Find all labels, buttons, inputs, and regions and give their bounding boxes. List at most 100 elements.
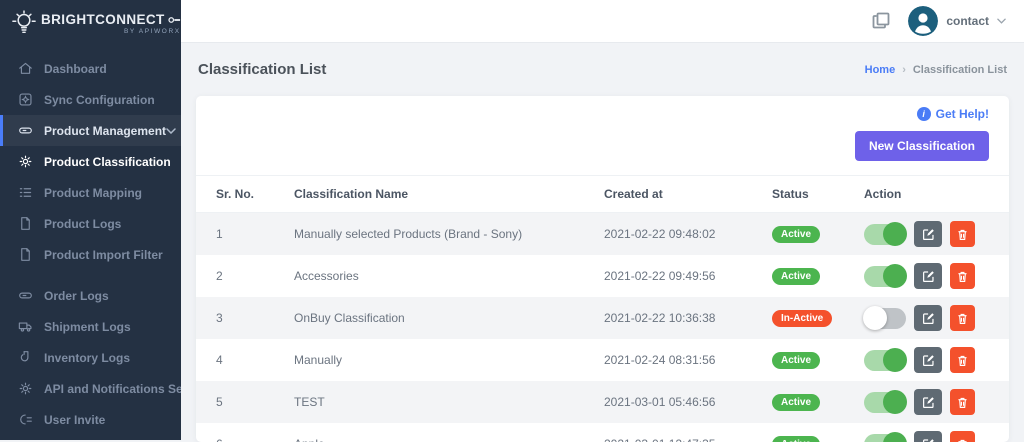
sidebar-item-label: Order Logs [44, 289, 109, 303]
info-icon: i [917, 107, 931, 121]
sock-icon [18, 350, 33, 365]
cell-action [856, 213, 1009, 256]
cell-classification-name: TEST [286, 381, 596, 423]
get-help-link[interactable]: i Get Help! [917, 107, 989, 121]
table-row: 1 Manually selected Products (Brand - So… [196, 213, 1009, 256]
status-badge: Active [772, 352, 820, 369]
status-toggle[interactable] [864, 266, 906, 287]
status-toggle[interactable] [864, 308, 906, 329]
sidebar-item-product-logs[interactable]: Product Logs [0, 208, 181, 239]
sidebar-item-label: Inventory Logs [44, 351, 130, 365]
edit-button[interactable] [914, 305, 942, 331]
sidebar-item-shipment-logs[interactable]: Shipment Logs [0, 311, 181, 342]
table-row: 4 Manually 2021-02-24 08:31:56 Active [196, 339, 1009, 381]
cell-action [856, 423, 1009, 442]
cell-action [856, 255, 1009, 297]
status-badge: Active [772, 226, 820, 243]
sidebar-item-label: Sync Configuration [44, 93, 155, 107]
cell-action [856, 381, 1009, 423]
edit-button[interactable] [914, 389, 942, 415]
edit-button[interactable] [914, 221, 942, 247]
delete-button[interactable] [950, 305, 975, 331]
sidebar-item-label: Product Logs [44, 217, 121, 231]
user-label: contact [946, 14, 989, 28]
gear-icon [18, 381, 33, 396]
delete-button[interactable] [950, 221, 975, 247]
capsule-link-icon [18, 123, 33, 138]
cell-created-at: 2021-02-22 09:49:56 [596, 255, 764, 297]
sidebar-item-dashboard[interactable]: Dashboard [0, 53, 181, 84]
sidebar-item-order-logs[interactable]: Order Logs [0, 280, 181, 311]
column-header-sr-no: Sr. No. [196, 176, 286, 213]
sidebar-item-product-mapping[interactable]: Product Mapping [0, 177, 181, 208]
app-shell: BRIGHTCONNECT BY APIWORX Dashboard Sync … [0, 0, 1024, 440]
capsule-link-icon [18, 288, 33, 303]
cell-sr-no: 1 [196, 213, 286, 256]
edit-button[interactable] [914, 347, 942, 373]
toggle-knob [863, 306, 887, 330]
column-header-status: Status [764, 176, 856, 213]
edit-icon [922, 270, 935, 283]
table-row: 3 OnBuy Classification 2021-02-22 10:36:… [196, 297, 1009, 339]
column-header-classification-name: Classification Name [286, 176, 596, 213]
cell-created-at: 2021-02-22 10:36:38 [596, 297, 764, 339]
cell-sr-no: 4 [196, 339, 286, 381]
edit-button[interactable] [914, 431, 942, 442]
cell-status: Active [764, 213, 856, 256]
cell-classification-name: Manually selected Products (Brand - Sony… [286, 213, 596, 256]
edit-button[interactable] [914, 263, 942, 289]
user-avatar [908, 6, 938, 36]
classification-table: Sr. No.Classification NameCreated atStat… [196, 175, 1009, 442]
list-icon [18, 185, 33, 200]
main-area: contact Classification List Home › Class… [181, 0, 1024, 440]
status-toggle[interactable] [864, 350, 906, 371]
trash-icon [956, 228, 969, 241]
cell-status: Active [764, 423, 856, 442]
cell-status: In-Active [764, 297, 856, 339]
delete-button[interactable] [950, 389, 975, 415]
sidebar-item-sync-configuration[interactable]: Sync Configuration [0, 84, 181, 115]
cell-created-at: 2021-03-01 12:47:35 [596, 423, 764, 442]
cell-sr-no: 2 [196, 255, 286, 297]
delete-button[interactable] [950, 263, 975, 289]
status-toggle[interactable] [864, 224, 906, 245]
status-badge: Active [772, 436, 820, 442]
table-row: 6 Apple 2021-03-01 12:47:35 Active [196, 423, 1009, 442]
status-toggle[interactable] [864, 434, 906, 442]
table-header-row: Sr. No.Classification NameCreated atStat… [196, 176, 1009, 213]
sidebar-item-product-classification[interactable]: Product Classification [0, 146, 181, 177]
toggle-knob [883, 348, 907, 372]
delete-button[interactable] [950, 347, 975, 373]
sidebar: BRIGHTCONNECT BY APIWORX Dashboard Sync … [0, 0, 181, 440]
sidebar-item-user-invite[interactable]: User Invite [0, 404, 181, 435]
sidebar-item-label: Product Mapping [44, 186, 142, 200]
breadcrumb: Home › Classification List [865, 64, 1007, 76]
chevron-down-icon [997, 18, 1006, 24]
trash-icon [956, 354, 969, 367]
status-badge: Active [772, 268, 820, 285]
topbar: contact [181, 0, 1024, 43]
edit-icon [922, 396, 935, 409]
sidebar-item-api-and-notifications-setup[interactable]: API and Notifications Setup [0, 373, 181, 404]
user-invite-icon [18, 412, 33, 427]
edit-icon [922, 228, 935, 241]
user-menu[interactable]: contact [908, 6, 1006, 36]
sidebar-item-inventory-logs[interactable]: Inventory Logs [0, 342, 181, 373]
table-row: 5 TEST 2021-03-01 05:46:56 Active [196, 381, 1009, 423]
cell-classification-name: OnBuy Classification [286, 297, 596, 339]
delete-button[interactable] [950, 431, 975, 442]
page-title: Classification List [198, 61, 326, 78]
sidebar-item-label: Product Classification [44, 155, 171, 169]
sidebar-item-label: Product Management [44, 124, 166, 138]
breadcrumb-home-link[interactable]: Home [865, 64, 896, 76]
edit-icon [922, 312, 935, 325]
copy-icon[interactable] [870, 10, 892, 32]
cell-classification-name: Accessories [286, 255, 596, 297]
home-icon [18, 61, 33, 76]
gear-icon [18, 154, 33, 169]
sidebar-item-product-import-filter[interactable]: Product Import Filter [0, 239, 181, 270]
status-toggle[interactable] [864, 392, 906, 413]
cell-created-at: 2021-02-24 08:31:56 [596, 339, 764, 381]
new-classification-button[interactable]: New Classification [855, 131, 989, 161]
sidebar-item-product-management[interactable]: Product Management [0, 115, 181, 146]
